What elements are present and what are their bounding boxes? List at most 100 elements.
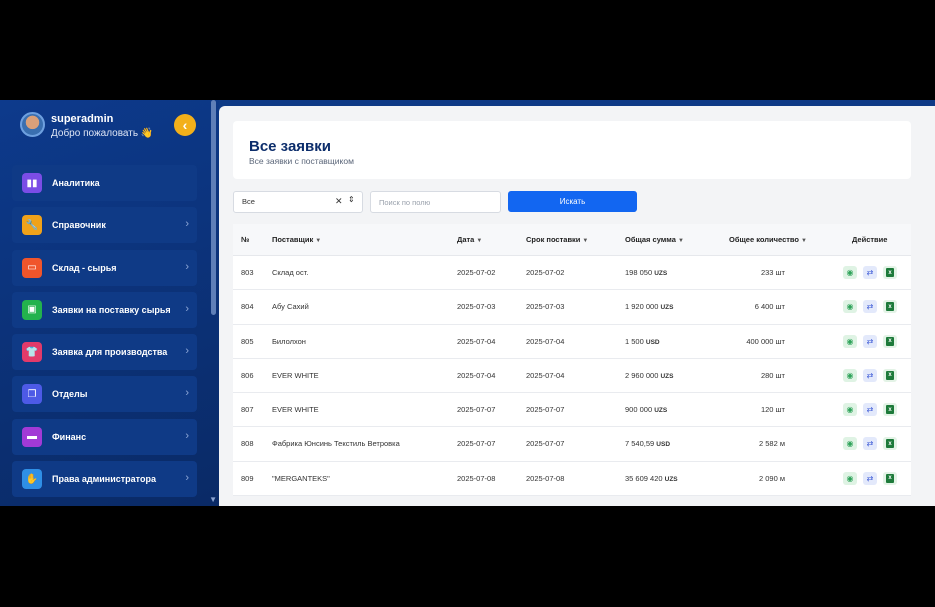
sidebar-item[interactable]: ▮▮ Аналитика xyxy=(12,165,197,201)
requests-table: № Поставщик ▼ Дата ▼ Срок поставки ▼ Общая … xyxy=(233,224,911,497)
excel-export-icon[interactable]: x xyxy=(883,368,897,382)
sidebar-item[interactable]: ▭ Склад - сырья › xyxy=(12,249,197,286)
swap-arrows-icon[interactable]: ⇄ xyxy=(863,300,877,314)
table-row[interactable]: 804 Абу Сахий 2025-07-03 2025-07-03 1 920 00… xyxy=(233,290,911,325)
cell-total: 2 960 000 UZS xyxy=(625,371,673,380)
excel-glyph: x xyxy=(886,370,894,380)
table-row[interactable]: 805 Билолхон 2025-07-04 2025-07-04 1 500 USD… xyxy=(233,324,911,359)
clear-icon[interactable]: ✕ xyxy=(335,196,343,207)
amount-value: 900 000 xyxy=(625,405,653,415)
cell-total: 198 050 UZS xyxy=(625,268,667,277)
collapse-sidebar-button[interactable]: ‹ xyxy=(174,114,196,136)
sidebar-scrollbar[interactable] xyxy=(211,100,216,315)
avatar[interactable] xyxy=(20,112,45,137)
excel-export-icon[interactable]: x xyxy=(883,300,897,314)
swap-arrows-icon[interactable]: ⇄ xyxy=(863,334,877,348)
view-eye-icon[interactable]: ◉ xyxy=(843,471,857,485)
currency-code: UZS xyxy=(660,372,674,380)
row-actions: ◉ ⇄ x xyxy=(843,403,897,417)
cell-num: 809 xyxy=(241,473,254,483)
chevron-right-icon: › xyxy=(185,218,189,231)
column-supplier[interactable]: Поставщик ▼ xyxy=(272,235,321,244)
table-row[interactable]: 808 Фабрика Юнсинь Текстиль Ветровка 2025-… xyxy=(233,427,911,462)
cell-total: 1 920 000 UZS xyxy=(625,302,673,311)
cell-num: 804 xyxy=(241,302,254,312)
cell-deadline: 2025-07-07 xyxy=(526,405,565,415)
view-eye-icon[interactable]: ◉ xyxy=(843,300,857,314)
cell-qty: 400 000 шт xyxy=(746,336,785,346)
column-num: № xyxy=(241,235,250,244)
column-action: Действие xyxy=(852,235,888,244)
app-window: ▼ superadmin Добро пожаловать 👋 ‹ ▮▮ Анал… xyxy=(0,100,935,506)
shirt-icon: 👕 xyxy=(22,342,42,363)
sidebar-item[interactable]: ▣ Заявки на поставку сырья › xyxy=(12,291,197,328)
excel-glyph: x xyxy=(886,405,894,415)
status-filter-select[interactable]: Все ✕ ⇕ xyxy=(233,191,363,213)
cell-date: 2025-07-04 xyxy=(457,370,496,380)
excel-export-icon[interactable]: x xyxy=(883,403,897,417)
cell-qty: 6 400 шт xyxy=(754,302,785,312)
swap-arrows-icon[interactable]: ⇄ xyxy=(863,437,877,451)
view-eye-icon[interactable]: ◉ xyxy=(843,368,857,382)
cell-deadline: 2025-07-08 xyxy=(526,473,565,483)
excel-export-icon[interactable]: x xyxy=(883,334,897,348)
table-row[interactable]: 803 Склад ост. 2025-07-02 2025-07-02 198 050… xyxy=(233,256,911,291)
sidebar-item[interactable]: ▬ Финанс › xyxy=(12,418,197,455)
currency-code: USD xyxy=(656,441,671,449)
search-input[interactable] xyxy=(370,191,501,213)
swap-arrows-icon[interactable]: ⇄ xyxy=(863,471,877,485)
cell-supplier: Фабрика Юнсинь Текстиль Ветровка xyxy=(272,439,400,449)
column-deadline[interactable]: Срок поставки ▼ xyxy=(526,235,588,244)
view-eye-icon[interactable]: ◉ xyxy=(843,334,857,348)
sort-caret-icon: ▼ xyxy=(801,238,807,244)
excel-export-icon[interactable]: x xyxy=(883,437,897,451)
view-eye-icon[interactable]: ◉ xyxy=(843,437,857,451)
copy-icon: ❐ xyxy=(22,384,42,405)
excel-glyph: x xyxy=(886,302,894,312)
cell-total: 7 540,59 USD xyxy=(625,439,670,448)
sidebar-item-label: Заявка для производства xyxy=(52,347,168,358)
cell-date: 2025-07-04 xyxy=(457,336,496,346)
cell-total: 35 609 420 UZS xyxy=(625,474,678,483)
cell-num: 803 xyxy=(241,268,254,277)
amount-value: 35 609 420 xyxy=(625,473,663,483)
table-row[interactable]: 806 EVER WHITE 2025-07-04 2025-07-04 2 960 0… xyxy=(233,358,911,394)
sort-caret-icon: ▼ xyxy=(677,238,684,244)
updown-chevron-icon: ⇕ xyxy=(348,195,355,204)
view-eye-icon[interactable]: ◉ xyxy=(843,403,857,417)
excel-export-icon[interactable]: x xyxy=(883,471,897,485)
column-total[interactable]: Общая сумма ▼ xyxy=(625,235,684,244)
cell-qty: 120 шт xyxy=(760,405,785,415)
row-actions: ◉ ⇄ x xyxy=(843,334,897,348)
cell-deadline: 2025-07-07 xyxy=(526,439,565,449)
row-actions: ◉ ⇄ x xyxy=(843,266,897,279)
sidebar-item[interactable]: ❐ Отделы › xyxy=(12,376,197,413)
sidebar-item-label: Права администратора xyxy=(52,474,156,485)
sidebar-item[interactable]: 🔧 Справочник › xyxy=(12,207,197,244)
search-button[interactable]: Искать xyxy=(508,191,637,212)
sidebar-item[interactable]: 👕 Заявка для производства › xyxy=(12,334,197,371)
table-row[interactable]: 809 "MERGANTEKS" 2025-07-08 2025-07-08 35 60… xyxy=(233,461,911,497)
row-actions: ◉ ⇄ x xyxy=(843,471,897,485)
box-icon: ▭ xyxy=(22,257,42,278)
currency-code: UZS xyxy=(664,475,678,483)
swap-arrows-icon[interactable]: ⇄ xyxy=(863,266,877,279)
sidebar-item-label: Отделы xyxy=(52,389,88,400)
sidebar-item-label: Справочник xyxy=(52,220,106,231)
chevron-right-icon: › xyxy=(185,429,189,442)
cell-supplier: Билолхон xyxy=(272,336,306,346)
chevron-right-icon: › xyxy=(185,345,189,358)
column-deadline-label: Срок поставки xyxy=(526,235,581,244)
sidebar-item-label: Финанс xyxy=(52,431,87,442)
sidebar-item[interactable]: ✋ Права администратора › xyxy=(12,461,197,498)
currency-code: UZS xyxy=(660,304,674,312)
swap-arrows-icon[interactable]: ⇄ xyxy=(863,403,877,417)
chevron-left-icon: ‹ xyxy=(182,117,188,133)
scroll-down-arrow-icon[interactable]: ▼ xyxy=(209,495,217,504)
column-qty[interactable]: Общее количество ▼ xyxy=(729,235,807,244)
view-eye-icon[interactable]: ◉ xyxy=(843,266,857,279)
column-date[interactable]: Дата ▼ xyxy=(457,235,482,244)
swap-arrows-icon[interactable]: ⇄ xyxy=(863,368,877,382)
excel-export-icon[interactable]: x xyxy=(883,266,897,279)
table-row[interactable]: 807 EVER WHITE 2025-07-07 2025-07-07 900 000… xyxy=(233,393,911,428)
